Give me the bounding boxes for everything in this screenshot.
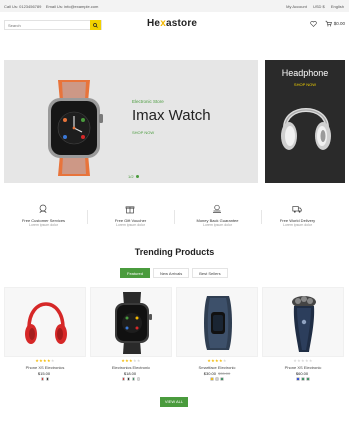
rating-stars: ★★★★★ (262, 358, 344, 363)
product-name[interactable]: Phone XS Electronic (262, 365, 344, 370)
color-swatch[interactable] (121, 377, 126, 381)
section-title: Trending Products (134, 247, 215, 257)
product-card[interactable]: ★★★★★ Electronics Electronic $18.00 (90, 287, 172, 387)
wishlist-heart-icon[interactable] (310, 20, 317, 27)
hero-title: Imax Watch (132, 107, 211, 124)
price-current: $30.00 (203, 371, 216, 376)
view-all-button[interactable]: VIEW ALL (160, 397, 188, 407)
headphone-image (281, 108, 331, 150)
color-swatches[interactable] (176, 377, 258, 381)
product-grid: ★★★★★ Phone XS Electronics $15.00 ★★★★★ … (4, 287, 345, 387)
product-price: $15.00 (4, 371, 86, 376)
star-icon: ★ (136, 358, 141, 363)
product-card[interactable]: ★★★★★ Phone XS Electronic $60.00 (262, 287, 344, 387)
price-current: $60.00 (295, 371, 309, 376)
product-image[interactable] (4, 287, 86, 357)
email-us-text: Email Us: info@example.com (45, 3, 99, 9)
tab-new-arrivals[interactable]: New Arrivals (153, 268, 190, 278)
color-swatch[interactable] (296, 377, 300, 381)
product-price: $30.00 $35.00 (176, 371, 258, 376)
truck-icon (292, 206, 302, 213)
feature-item: Money Back Guarantee Lorem ipsum dolor (174, 201, 261, 231)
language-select[interactable]: English (331, 4, 344, 9)
product-price: $60.00 (262, 371, 344, 376)
product-card[interactable]: ★★★★★ Phone XS Electronics $15.00 (4, 287, 86, 387)
color-swatch[interactable] (131, 377, 136, 381)
rating-stars: ★★★★★ (90, 358, 172, 363)
product-name[interactable]: Smartface Electronic (176, 365, 258, 370)
slider-dot[interactable] (135, 175, 139, 178)
price-current: $15.00 (37, 371, 51, 376)
feature-item: Free Customer Services Lorem ipsum dolor (0, 201, 87, 231)
hero-tag: Electronic Store (132, 99, 164, 104)
rating-stars: ★★★★★ (4, 358, 86, 363)
money-back-icon (213, 204, 221, 213)
search-button[interactable] (90, 20, 101, 30)
promo-title: Headphone (281, 68, 329, 78)
color-swatch[interactable] (210, 377, 214, 381)
color-swatch[interactable] (40, 377, 45, 381)
feature-subtitle: Lorem ipsum dolor (203, 223, 232, 227)
currency-select[interactable]: USD $ (313, 4, 325, 9)
feature-subtitle: Lorem ipsum dolor (283, 223, 312, 227)
product-name[interactable]: Electronics Electronic (90, 365, 172, 370)
black-watch-image (115, 292, 152, 354)
feature-item: Free World Delivery Lorem ipsum dolor (254, 201, 341, 231)
color-swatches[interactable] (262, 377, 344, 381)
top-bar: Call Us: 0123456789 Email Us: info@examp… (0, 0, 349, 12)
product-tabs: Featured New Arrivals Best Sellers (120, 268, 231, 278)
product-card[interactable]: ★★★★★ Smartface Electronic $30.00 $35.00 (176, 287, 258, 387)
tab-best-sellers[interactable]: Best Sellers (192, 268, 228, 278)
price-current: $18.00 (123, 371, 137, 376)
my-account-link[interactable]: My Account (286, 4, 307, 9)
slide-counter: 1/2 (128, 174, 134, 179)
product-image[interactable] (176, 287, 258, 357)
search-icon (93, 22, 98, 28)
header-icons: $0.00 (310, 20, 345, 27)
color-swatch[interactable] (45, 377, 50, 381)
star-icon: ★ (222, 358, 227, 363)
site-logo[interactable]: Hexastore (147, 18, 197, 29)
tab-featured[interactable]: Featured (120, 268, 151, 278)
call-us-text: Call Us: 0123456789 (4, 3, 42, 9)
star-icon: ★ (50, 358, 55, 363)
product-image[interactable] (262, 287, 344, 357)
color-swatch[interactable] (306, 377, 310, 381)
star-icon: ★ (308, 358, 313, 363)
price-old: $35.00 (218, 371, 231, 376)
logo-text-main: He (147, 18, 161, 29)
gift-icon (125, 206, 135, 214)
search-input[interactable] (8, 22, 88, 29)
hero-slider[interactable]: Electronic Store Imax Watch SHOP NOW 1/2 (4, 60, 258, 183)
color-swatch[interactable] (126, 377, 131, 381)
cart-icon[interactable] (325, 20, 332, 27)
hero-shop-now-link[interactable]: SHOP NOW (132, 130, 154, 135)
features-row: Free Customer Services Lorem ipsum dolor… (0, 201, 349, 231)
product-price: $18.00 (90, 371, 172, 376)
fitness-band-image (204, 296, 232, 350)
rating-stars: ★★★★★ (176, 358, 258, 363)
shaver-image (292, 296, 316, 352)
color-swatches[interactable] (4, 377, 86, 381)
slider-pagination[interactable]: 1/2 (128, 174, 139, 179)
promo-banner-headphone[interactable]: Headphone SHOP NOW (265, 60, 345, 183)
feature-item: Free Gift Voucher Lorem ipsum dolor (87, 201, 174, 231)
smartwatch-image (48, 80, 103, 176)
color-swatch[interactable] (301, 377, 305, 381)
color-swatch[interactable] (215, 377, 219, 381)
color-swatch[interactable] (220, 377, 224, 381)
promo-shop-now-link[interactable]: SHOP NOW (265, 82, 345, 87)
feature-subtitle: Lorem ipsum dolor (116, 223, 145, 227)
feature-subtitle: Lorem ipsum dolor (29, 223, 58, 227)
cart-total[interactable]: $0.00 (334, 21, 345, 26)
support-icon (39, 204, 47, 214)
search-box (4, 20, 102, 30)
logo-text-rest: astore (165, 18, 198, 29)
color-swatches[interactable] (90, 377, 172, 381)
color-swatch[interactable] (136, 377, 141, 381)
product-name[interactable]: Phone XS Electronics (4, 365, 86, 370)
red-headphone-image (25, 302, 67, 344)
product-image[interactable] (90, 287, 172, 357)
